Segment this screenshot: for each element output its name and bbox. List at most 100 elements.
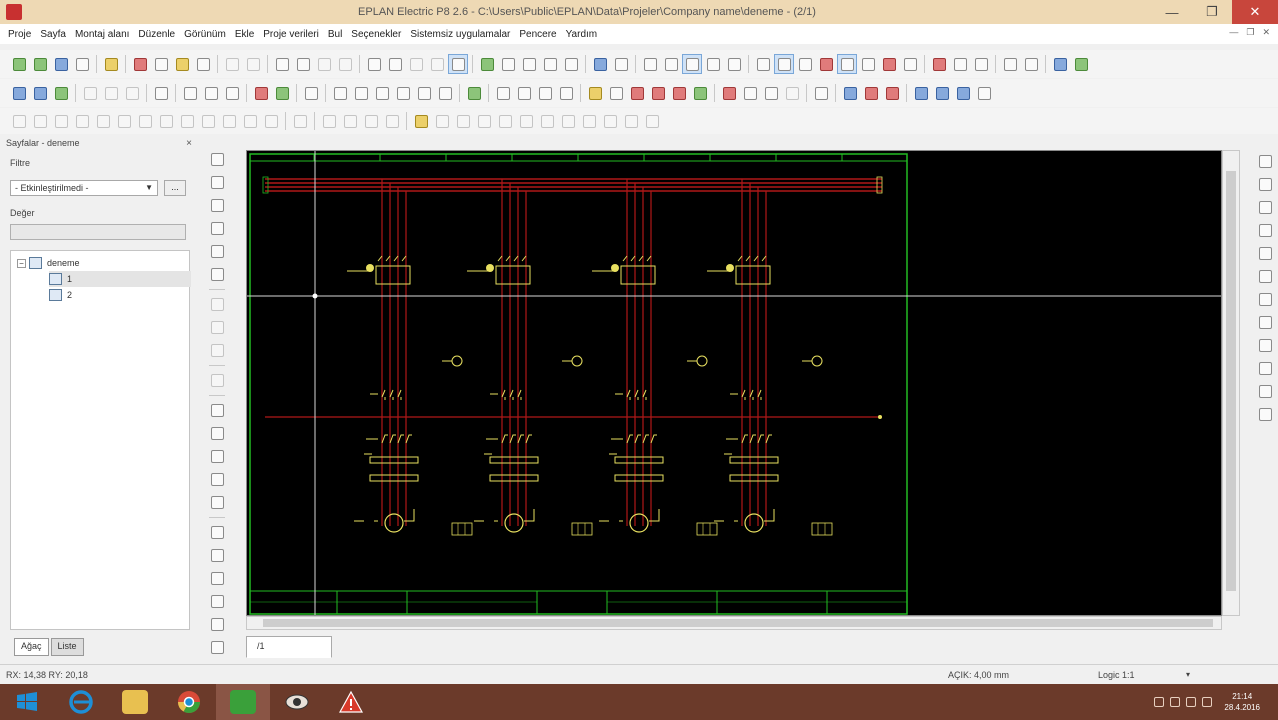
- check-all-icon[interactable]: [244, 55, 262, 73]
- jump-icon[interactable]: [762, 84, 780, 102]
- terminal-strip-icon[interactable]: [586, 84, 604, 102]
- filter-more-button[interactable]: ...: [164, 180, 186, 196]
- eplan-app-icon[interactable]: [6, 4, 22, 20]
- bus-icon[interactable]: [223, 84, 241, 102]
- edit-21-icon[interactable]: [454, 112, 472, 130]
- edit-6-icon[interactable]: [115, 112, 133, 130]
- taskbar-clock[interactable]: 21:14 28.4.2016: [1224, 691, 1260, 713]
- menu-montaj-alani[interactable]: Montaj alanı: [75, 29, 129, 40]
- arrow-se-icon[interactable]: [933, 84, 951, 102]
- chevron-down-icon[interactable]: ▾: [1186, 670, 1190, 679]
- insert-point2-icon[interactable]: [208, 318, 226, 336]
- edit-22-icon[interactable]: [475, 112, 493, 130]
- zoom-all-icon[interactable]: [562, 55, 580, 73]
- input-box-icon[interactable]: [704, 55, 722, 73]
- insert-point-icon[interactable]: [208, 295, 226, 313]
- back-icon[interactable]: [591, 55, 609, 73]
- potential-icon[interactable]: [273, 84, 291, 102]
- black-box-icon[interactable]: [465, 84, 483, 102]
- edit-28-icon[interactable]: [601, 112, 619, 130]
- plc-card-icon[interactable]: [202, 84, 220, 102]
- arrow-sw-icon[interactable]: [954, 84, 972, 102]
- navigator-close-icon[interactable]: ×: [186, 138, 192, 149]
- insert-image-icon[interactable]: [208, 371, 226, 389]
- pin-icon[interactable]: [883, 84, 901, 102]
- interrupt-icon[interactable]: [1256, 382, 1274, 400]
- taskbar-chrome[interactable]: [162, 684, 216, 720]
- diagonal-icon[interactable]: [1256, 405, 1274, 423]
- edit-4-icon[interactable]: [73, 112, 91, 130]
- cross-connect-icon[interactable]: [1256, 336, 1274, 354]
- snap-icon[interactable]: [662, 55, 680, 73]
- contact-no-icon[interactable]: [331, 84, 349, 102]
- plc-icon[interactable]: [181, 84, 199, 102]
- dot-icon[interactable]: [796, 55, 814, 73]
- tab-tree[interactable]: Ağaç: [14, 638, 49, 656]
- refresh-icon[interactable]: [478, 55, 496, 73]
- cross-icon[interactable]: [774, 54, 794, 74]
- forward-icon[interactable]: [612, 55, 630, 73]
- collapse-icon[interactable]: −: [17, 258, 26, 268]
- horizontal-scrollbar[interactable]: [246, 616, 1222, 630]
- menu-ekle[interactable]: Ekle: [235, 29, 254, 40]
- menu-secenekler[interactable]: Seçenekler: [351, 29, 401, 40]
- contact-nc-icon[interactable]: [352, 84, 370, 102]
- jumper-icon[interactable]: [1256, 359, 1274, 377]
- page-prev-icon[interactable]: [365, 55, 383, 73]
- transformer-icon[interactable]: [670, 84, 688, 102]
- table-icon[interactable]: [930, 55, 948, 73]
- menu-bul[interactable]: Bul: [328, 29, 342, 40]
- spline-icon[interactable]: [208, 638, 226, 656]
- edit-17-icon[interactable]: [362, 112, 380, 130]
- undo-icon[interactable]: [273, 55, 291, 73]
- breaker-icon[interactable]: [628, 84, 646, 102]
- switch-icon[interactable]: [436, 84, 454, 102]
- edit-23-icon[interactable]: [496, 112, 514, 130]
- angle-bl-icon[interactable]: [1256, 198, 1274, 216]
- edit-1-icon[interactable]: [10, 112, 28, 130]
- schematic-drawing[interactable]: [247, 151, 1222, 616]
- ellipse-icon[interactable]: [208, 569, 226, 587]
- menu-proje-verileri[interactable]: Proje verileri: [263, 29, 319, 40]
- scroll-thumb[interactable]: [1226, 171, 1236, 591]
- tray-network-icon[interactable]: [1170, 697, 1181, 707]
- socket-icon[interactable]: [557, 84, 575, 102]
- close-button[interactable]: ✕: [1232, 0, 1278, 24]
- menu-sistemsiz-uygulamalar[interactable]: Sistemsiz uygulamalar: [410, 29, 510, 40]
- edit-13-icon[interactable]: [262, 112, 280, 130]
- edit-5-icon[interactable]: [94, 112, 112, 130]
- delete-icon[interactable]: [880, 55, 898, 73]
- interruption-point-icon[interactable]: [252, 84, 270, 102]
- ortho-icon[interactable]: [725, 55, 743, 73]
- filter-icon[interactable]: [837, 54, 857, 74]
- new-project-icon[interactable]: [10, 55, 28, 73]
- angle-br-icon[interactable]: [1256, 221, 1274, 239]
- tree-page-item[interactable]: 1: [49, 271, 191, 287]
- format-icon[interactable]: [194, 55, 212, 73]
- angle-tl-icon[interactable]: [1256, 152, 1274, 170]
- cut-icon[interactable]: [131, 55, 149, 73]
- location-box-icon[interactable]: [515, 84, 533, 102]
- vertical-scrollbar[interactable]: [1222, 150, 1240, 616]
- menu-proje[interactable]: Proje: [8, 29, 31, 40]
- edit-27-icon[interactable]: [580, 112, 598, 130]
- device-list-icon[interactable]: [102, 84, 120, 102]
- edit-16-icon[interactable]: [341, 112, 359, 130]
- tray-chevron-icon[interactable]: [1154, 697, 1165, 707]
- open-project-icon[interactable]: [31, 55, 49, 73]
- zoom-in-icon[interactable]: [520, 55, 538, 73]
- arc-icon[interactable]: [208, 592, 226, 610]
- edit-12-icon[interactable]: [241, 112, 259, 130]
- edit-26-icon[interactable]: [559, 112, 577, 130]
- filter-select[interactable]: - Etkinleştirilmedi - ▼: [10, 180, 158, 196]
- angle-icon[interactable]: [720, 84, 738, 102]
- edit-18-icon[interactable]: [383, 112, 401, 130]
- box-icon[interactable]: [901, 55, 919, 73]
- menu-pencere[interactable]: Pencere: [519, 29, 556, 40]
- graphical-preview-icon[interactable]: [31, 84, 49, 102]
- maximize-button[interactable]: ❐: [1192, 0, 1232, 24]
- brush-icon[interactable]: [817, 55, 835, 73]
- polyline-icon[interactable]: [208, 424, 226, 442]
- copy-icon[interactable]: [152, 55, 170, 73]
- zoom-out-icon[interactable]: [541, 55, 559, 73]
